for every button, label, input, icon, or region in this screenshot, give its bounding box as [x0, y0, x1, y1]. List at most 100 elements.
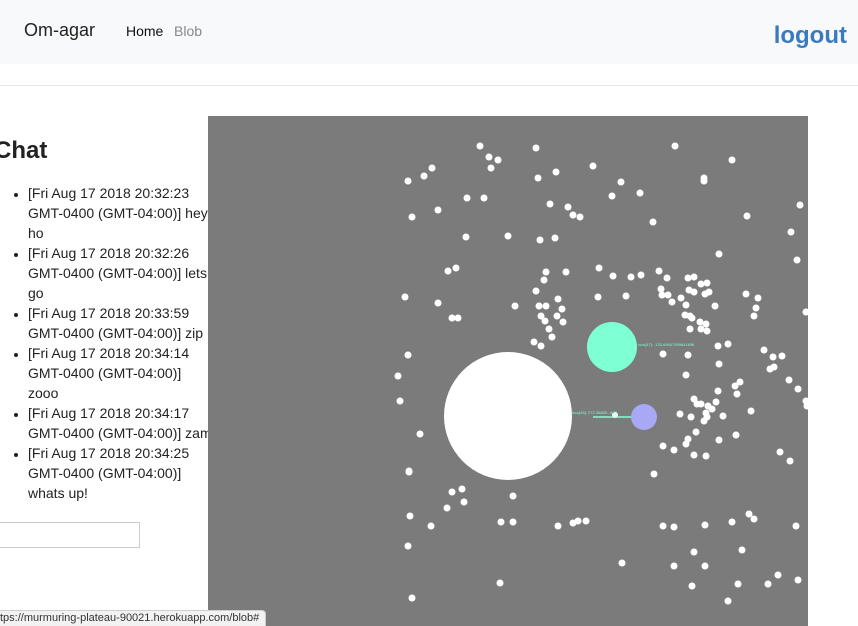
- nav-blob-link[interactable]: Blob: [174, 23, 202, 39]
- food-pellet: [750, 312, 758, 320]
- logout-link[interactable]: logout: [774, 22, 847, 50]
- food-pellet: [690, 273, 698, 281]
- food-pellet: [702, 452, 710, 460]
- food-pellet: [743, 212, 751, 220]
- food-pellet: [793, 256, 801, 264]
- food-pellet: [787, 228, 795, 236]
- chat-input[interactable]: [0, 522, 140, 548]
- food-pellet: [682, 301, 690, 309]
- food-pellet: [659, 522, 667, 530]
- food-pellet: [733, 390, 741, 398]
- food-pellet: [554, 522, 562, 530]
- food-pellet: [682, 371, 690, 379]
- food-pellet: [655, 267, 663, 275]
- food-pellet: [540, 276, 548, 284]
- food-pellet: [401, 293, 409, 301]
- food-pellet: [724, 597, 732, 605]
- food-pellet: [509, 492, 517, 500]
- food-pellet: [534, 174, 542, 182]
- food-pellet: [509, 518, 517, 526]
- food-pellet: [559, 318, 567, 326]
- food-pellet: [582, 517, 590, 525]
- food-pellet: [408, 213, 416, 221]
- chat-message-list: [Fri Aug 17 2018 20:32:23 GMT-0400 (GMT-…: [28, 183, 214, 503]
- food-pellet: [497, 518, 505, 526]
- food-pellet: [434, 299, 442, 307]
- blob-label-teal: locs[47]: -133.69047959841696: [638, 342, 695, 347]
- food-pellet: [396, 397, 404, 405]
- food-pellet: [766, 365, 774, 373]
- food-pellet: [618, 559, 626, 567]
- food-pellet: [715, 250, 723, 258]
- food-pellet: [452, 264, 460, 272]
- food-pellet: [552, 168, 560, 176]
- food-pellet: [700, 174, 708, 182]
- chat-message: [Fri Aug 17 2018 20:32:23 GMT-0400 (GMT-…: [28, 183, 214, 243]
- food-pellet: [462, 233, 470, 241]
- food-pellet: [394, 372, 402, 380]
- food-pellet: [504, 232, 512, 240]
- food-pellet: [463, 194, 471, 202]
- food-pellet: [420, 172, 428, 180]
- food-pellet: [760, 346, 768, 354]
- food-pellet: [731, 382, 739, 390]
- food-pellet: [711, 302, 719, 310]
- food-pellet: [690, 548, 698, 556]
- food-pellet: [496, 579, 504, 587]
- food-pellet: [659, 442, 667, 450]
- food-pellet: [687, 413, 695, 421]
- player-blob-teal: [587, 322, 637, 372]
- food-pellet: [608, 192, 616, 200]
- food-pellet: [785, 376, 793, 384]
- food-pellet: [670, 562, 678, 570]
- status-bar-url: tps://murmuring-plateau-90021.herokuapp.…: [0, 610, 267, 626]
- food-pellet: [454, 314, 462, 322]
- food-pellet: [609, 272, 617, 280]
- food-pellet: [794, 385, 802, 393]
- nav-home-link[interactable]: Home: [126, 23, 163, 39]
- food-pellet: [677, 294, 685, 302]
- food-pellet: [701, 562, 709, 570]
- brand-link[interactable]: Om-agar: [24, 20, 95, 41]
- food-pellet: [460, 498, 468, 506]
- food-pellet: [668, 298, 676, 306]
- food-pellet: [448, 314, 456, 322]
- game-canvas[interactable]: locs[47]: -133.69047959841696 locs[46]: …: [208, 116, 808, 626]
- food-pellet: [536, 236, 544, 244]
- divider: [0, 85, 858, 86]
- food-pellet: [703, 413, 711, 421]
- food-pellet: [690, 288, 698, 296]
- food-pellet: [701, 290, 709, 298]
- food-pellet: [650, 470, 658, 478]
- food-pellet: [553, 312, 561, 320]
- food-pellet: [576, 213, 584, 221]
- food-pellet: [704, 402, 712, 410]
- food-pellet: [728, 156, 736, 164]
- chat-message: [Fri Aug 17 2018 20:34:25 GMT-0400 (GMT-…: [28, 443, 214, 503]
- food-pellet: [792, 522, 800, 530]
- food-pellet: [658, 291, 666, 299]
- food-pellet: [448, 488, 456, 496]
- food-pellet: [703, 327, 711, 335]
- food-pellet: [530, 338, 538, 346]
- food-pellet: [458, 485, 466, 493]
- food-pellet: [562, 268, 570, 276]
- food-pellet: [684, 351, 692, 359]
- game-field[interactable]: locs[47]: -133.69047959841696 locs[46]: …: [208, 116, 808, 626]
- food-pellet: [485, 153, 493, 161]
- food-pellet: [434, 206, 442, 214]
- food-pellet: [535, 302, 543, 310]
- food-pellet: [703, 279, 711, 287]
- food-pellet: [480, 194, 488, 202]
- food-pellet: [728, 518, 736, 526]
- food-pellet: [532, 287, 540, 295]
- food-pellet: [742, 290, 750, 298]
- food-pellet: [794, 576, 802, 584]
- food-pellet: [404, 351, 412, 359]
- food-pellet: [595, 264, 603, 272]
- food-pellet: [670, 446, 678, 454]
- player-blob-large: [444, 352, 572, 480]
- food-pellet: [715, 360, 723, 368]
- food-pellet: [404, 177, 412, 185]
- chat-title: Chat: [0, 137, 48, 164]
